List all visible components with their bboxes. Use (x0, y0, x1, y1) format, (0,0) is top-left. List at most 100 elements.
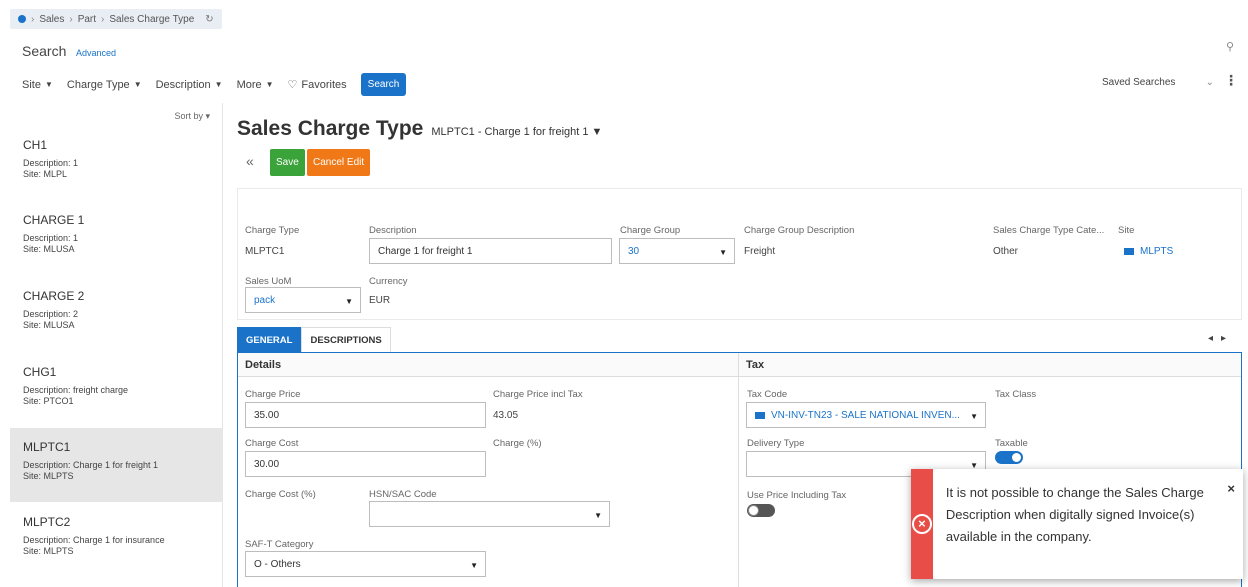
heart-icon: ♡ (287, 79, 298, 91)
search-title: Search (22, 43, 67, 59)
charge-type-category-value: Other (993, 246, 1019, 257)
list-item-selected[interactable]: MLPTC1 Description: Charge 1 for freight… (10, 428, 223, 502)
charge-cost-field[interactable]: 30.00 (245, 451, 486, 477)
charge-cost-label: Charge Cost (245, 438, 299, 449)
tax-code-icon (755, 411, 765, 419)
list-item-site: Site: MLPL (23, 169, 68, 179)
column-divider (738, 353, 739, 587)
hsn-sac-code-label: HSN/SAC Code (369, 489, 437, 500)
description-label: Description (369, 225, 417, 236)
taxable-toggle[interactable] (995, 451, 1023, 464)
list-item-description: Description: Charge 1 for freight 1 (23, 460, 159, 470)
toast-icon-area: × (911, 469, 933, 579)
save-button[interactable]: Save (270, 149, 305, 176)
record-selector[interactable]: MLPTC1 - Charge 1 for freight 1 ▼ (431, 126, 602, 138)
list-item-description: Description: Charge 1 for insurance (23, 535, 165, 545)
charge-group-description-label: Charge Group Description (744, 225, 855, 236)
caret-down-icon: ▼ (265, 80, 274, 89)
list-item-site: Site: PTCO1 (23, 396, 74, 406)
caret-down-icon: ▼ (133, 80, 142, 89)
description-field[interactable]: Charge 1 for freight 1 (369, 238, 612, 264)
home-icon[interactable] (18, 15, 26, 23)
breadcrumb-sales-charge-type[interactable]: Sales Charge Type (109, 14, 194, 25)
close-icon[interactable]: × (1227, 481, 1235, 496)
currency-value: EUR (369, 295, 391, 306)
filter-more[interactable]: More ▼ (237, 79, 274, 91)
filter-charge-type[interactable]: Charge Type ▼ (67, 79, 142, 91)
delivery-type-label: Delivery Type (747, 438, 805, 449)
caret-down-icon: ▼ (345, 297, 353, 306)
list-item-name: MLPTC1 (23, 440, 71, 454)
list-item[interactable]: CHARGE 1 Description: 1 Site: MLUSA (10, 213, 223, 277)
error-toast: × It is not possible to change the Sales… (911, 469, 1243, 579)
more-options-icon[interactable]: ⋮ (1224, 72, 1238, 89)
tab-bar: GENERAL DESCRIPTIONS (237, 327, 391, 352)
list-item[interactable]: CH1 Description: 1 Site: MLPL (10, 138, 223, 202)
arrow-right-icon[interactable]: ▸ (1221, 333, 1234, 344)
cancel-edit-button[interactable]: Cancel Edit (307, 149, 371, 176)
list-item-site: Site: MLPTS (23, 546, 74, 556)
charge-price-field[interactable]: 35.00 (245, 402, 486, 428)
tab-descriptions[interactable]: DESCRIPTIONS (301, 327, 391, 352)
list-item[interactable]: MLPTC2 Description: Charge 1 for insuran… (10, 515, 223, 579)
caret-down-icon: ▼ (591, 126, 603, 138)
list-item-name: CHARGE 2 (23, 289, 85, 303)
chevron-right-icon: › (69, 13, 73, 25)
breadcrumb-part[interactable]: Part (78, 14, 96, 25)
site-label: Site (1118, 225, 1135, 236)
breadcrumb-sales[interactable]: Sales (39, 14, 64, 25)
search-button[interactable]: Search (360, 73, 407, 96)
caret-down-icon: ▾ (205, 111, 210, 121)
details-heading: Details (238, 353, 738, 377)
filter-bar: Site ▼ Charge Type ▼ Description ▼ More ▼ ♡ F… (22, 73, 407, 96)
site-link[interactable]: MLPTS (1124, 246, 1173, 257)
use-price-incl-tax-toggle[interactable] (747, 504, 775, 517)
list-item-site: Site: MLUSA (23, 244, 75, 254)
saved-searches-select[interactable]: Saved Searches ⌄ (1094, 70, 1222, 94)
caret-down-icon: ▼ (970, 412, 978, 421)
caret-down-icon: ▼ (719, 248, 727, 257)
header-card: Charge Type MLPTC1 Description Charge 1 … (237, 188, 1242, 320)
list-item-name: CHARGE 1 (23, 213, 85, 227)
charge-type-label: Charge Type (245, 225, 300, 236)
tax-heading: Tax (739, 353, 1241, 377)
caret-down-icon: ▼ (470, 561, 478, 570)
list-item-description: Description: 2 (23, 309, 79, 319)
charge-percent-label: Charge (%) (493, 438, 542, 449)
list-item-site: Site: MLPTS (23, 471, 74, 481)
page-header: Sales Charge Type MLPTC1 - Charge 1 for … (237, 117, 602, 141)
charge-type-value: MLPTC1 (245, 246, 285, 257)
saved-searches-label: Saved Searches (1102, 76, 1176, 88)
currency-label: Currency (369, 276, 408, 287)
collapse-list-icon[interactable]: « (246, 153, 254, 169)
sales-uom-select[interactable]: pack ▼ (245, 287, 361, 313)
list-item[interactable]: CHG1 Description: freight charge Site: P… (10, 365, 223, 429)
list-item-site: Site: MLUSA (23, 320, 75, 330)
charge-group-description-value: Freight (744, 246, 776, 257)
advanced-search-link[interactable]: Advanced (76, 48, 116, 58)
saft-category-select[interactable]: O - Others ▼ (245, 551, 486, 577)
charge-type-category-label: Sales Charge Type Cate... (993, 225, 1105, 236)
sort-by-button[interactable]: Sort by ▾ (174, 111, 210, 122)
tab-scroll-arrows[interactable]: ◂▸ (1208, 333, 1234, 344)
refresh-icon[interactable]: ↻ (205, 14, 213, 25)
list-item-name: MLPTC2 (23, 515, 71, 529)
list-item-description: Description: 1 (23, 158, 79, 168)
tax-code-label: Tax Code (747, 389, 788, 400)
tax-code-select[interactable]: VN-INV-TN23 - SALE NATIONAL INVEN... ▼ (746, 402, 986, 428)
list-item[interactable]: CHARGE 2 Description: 2 Site: MLUSA (10, 289, 223, 353)
favorites-button[interactable]: ♡ Favorites (287, 78, 347, 92)
error-circle-icon: × (911, 514, 932, 534)
chevron-right-icon: › (101, 13, 105, 25)
arrow-left-icon[interactable]: ◂ (1208, 333, 1221, 344)
use-price-incl-tax-label: Use Price Including Tax (747, 490, 847, 501)
filter-description[interactable]: Description ▼ (156, 79, 223, 91)
sales-uom-label: Sales UoM (245, 276, 292, 287)
charge-price-incl-tax-value: 43.05 (493, 410, 519, 421)
hsn-sac-code-select[interactable]: ▼ (369, 501, 610, 527)
filter-site[interactable]: Site ▼ (22, 79, 53, 91)
charge-group-select[interactable]: 30 ▼ (619, 238, 735, 264)
pin-icon[interactable]: ⚲ (1226, 40, 1234, 53)
tab-general[interactable]: GENERAL (237, 327, 302, 352)
saft-category-label: SAF-T Category (245, 539, 314, 550)
